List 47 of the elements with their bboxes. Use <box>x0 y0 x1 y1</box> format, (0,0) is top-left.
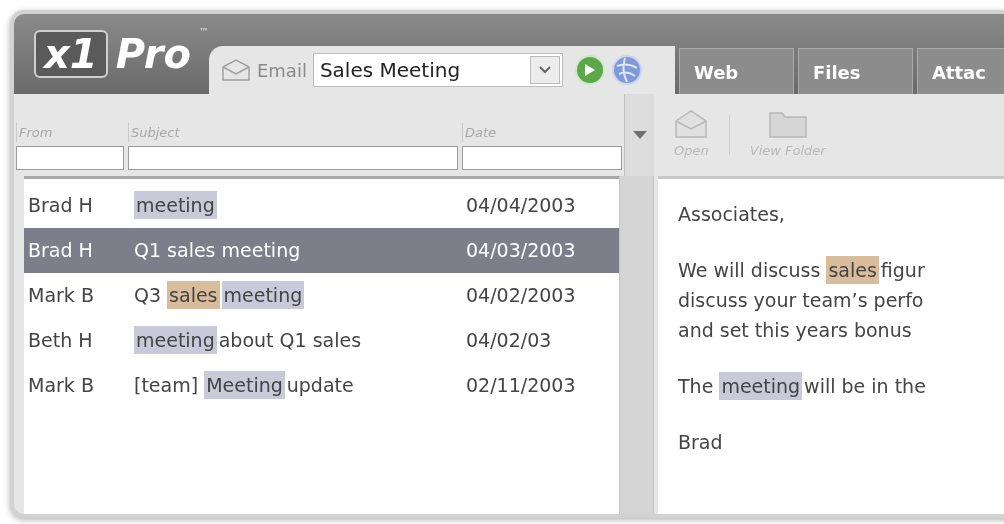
paragraph: We will discuss sales figur discuss your team’s perfo and set this years bonus <box>678 255 1004 345</box>
caret-icon <box>632 131 647 139</box>
tab-label: Email <box>256 58 307 83</box>
date-text: 04/03/2003 <box>465 238 577 264</box>
subject-text: meeting about Q1 sales <box>134 326 464 355</box>
sender-text: Mark B <box>27 283 95 309</box>
subject-text: Q1 sales meeting <box>134 238 302 264</box>
folder-icon <box>767 109 808 140</box>
message-row[interactable]: Mark B Q3 sales meeting 04/02/2003 <box>24 273 620 318</box>
go-button[interactable] <box>574 55 605 85</box>
subject-text: meeting <box>134 191 464 220</box>
message-row[interactable]: Beth H meeting about Q1 sales 04/02/03 <box>24 318 620 363</box>
message-row[interactable]: Brad H Q1 sales meeting 04/03/2003 <box>24 228 620 273</box>
date-text: 04/04/2003 <box>465 193 577 219</box>
search-field[interactable]: Sales Meeting <box>312 53 563 87</box>
date-text: 04/02/2003 <box>465 283 577 309</box>
filter-field[interactable] <box>128 146 458 170</box>
subject-text: Q3 sales meeting <box>134 281 464 310</box>
sender-text: Brad H <box>27 238 94 264</box>
message-row[interactable]: Mark B [team] Meeting update 02/11/2003 <box>24 363 620 408</box>
globe-icon[interactable] <box>610 54 643 86</box>
filter-field[interactable] <box>16 146 124 170</box>
envelope-icon <box>674 109 709 140</box>
column-label: Date <box>462 122 622 142</box>
chevron-down-icon <box>538 66 551 74</box>
sender-text: Mark B <box>27 373 95 399</box>
sender-text: Beth H <box>27 328 94 354</box>
date-text: 02/11/2003 <box>465 373 577 399</box>
play-icon <box>583 63 596 77</box>
sender-text: Brad H <box>27 193 94 219</box>
paragraph: The meeting will be in the <box>678 371 1004 401</box>
dropdown-button[interactable] <box>529 56 560 84</box>
date-text: 04/02/03 <box>465 328 553 354</box>
logo-mark: x1 <box>34 30 108 78</box>
paragraph: Associates, <box>678 202 786 227</box>
message-row[interactable]: Brad H meeting 04/04/2003 <box>24 183 620 228</box>
paragraph: Brad <box>678 430 724 455</box>
column-label: From <box>16 122 124 142</box>
column-menu-button[interactable] <box>624 94 654 176</box>
column-label: Subject <box>128 122 458 142</box>
filter-field[interactable] <box>462 146 622 170</box>
subject-text: [team] Meeting update <box>134 371 464 400</box>
scrollbar[interactable] <box>619 176 654 514</box>
trademark: ™ <box>198 25 209 39</box>
email-tab[interactable]: Email Sales Meeting <box>208 46 675 94</box>
envelope-icon <box>220 59 251 81</box>
logo-text: Pro <box>115 34 191 74</box>
